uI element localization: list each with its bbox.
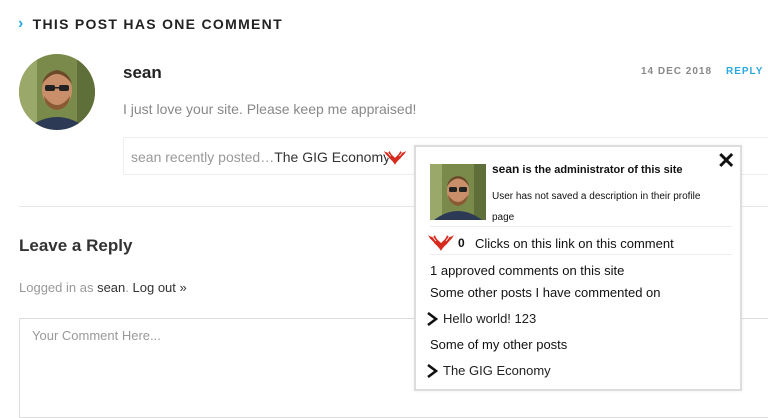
my-post-link[interactable]: The GIG Economy bbox=[426, 363, 551, 378]
logged-in-prefix: Logged in as bbox=[19, 280, 98, 295]
popup-divider bbox=[430, 226, 732, 227]
comment-date: 14 DEC 2018 bbox=[641, 66, 713, 77]
popup-role: is the administrator of this site bbox=[519, 164, 683, 176]
logged-in-line: Logged in as sean. Log out » bbox=[19, 280, 187, 295]
other-commented-heading: Some other posts I have commented on bbox=[430, 285, 661, 300]
commentluv-post-link[interactable]: The GIG Economy bbox=[274, 149, 390, 165]
commentluv-heart-icon[interactable] bbox=[382, 147, 408, 167]
approved-comments: 1 approved comments on this site bbox=[430, 263, 625, 278]
comment-body: I just love your site. Please keep me ap… bbox=[123, 101, 417, 117]
chevron-right-icon bbox=[427, 311, 438, 326]
reply-title: Leave a Reply bbox=[19, 236, 133, 255]
popup-avatar bbox=[430, 164, 486, 220]
comment-author[interactable]: sean bbox=[123, 63, 162, 83]
commentluv-popup: ✕ sean is the administrator of this site… bbox=[414, 145, 742, 391]
popup-user-name: sean bbox=[492, 162, 520, 176]
close-icon[interactable]: ✕ bbox=[717, 150, 735, 172]
commentluv-heart-icon bbox=[428, 235, 454, 251]
my-posts-heading: Some of my other posts bbox=[430, 337, 568, 352]
logged-in-user-link[interactable]: sean bbox=[97, 280, 125, 295]
popup-divider bbox=[430, 254, 732, 255]
clicks-count: 0 bbox=[458, 236, 465, 250]
popup-title: sean is the administrator of this site bbox=[492, 162, 683, 176]
logged-in-separator: . bbox=[125, 280, 133, 295]
other-commented-link-label: Hello world! 123 bbox=[443, 311, 537, 326]
chevron-right-icon: › bbox=[18, 15, 25, 32]
reply-link[interactable]: REPLY bbox=[726, 66, 763, 77]
commentluv-prefix: sean recently posted… bbox=[131, 149, 275, 165]
chevron-right-icon bbox=[427, 363, 438, 378]
clicks-label: Clicks on this link on this comment bbox=[475, 236, 674, 251]
other-commented-link[interactable]: Hello world! 123 bbox=[426, 311, 536, 326]
popup-description: User has not saved a description in thei… bbox=[492, 191, 701, 223]
my-post-link-label: The GIG Economy bbox=[443, 363, 551, 378]
comments-title: THIS POST HAS ONE COMMENT bbox=[32, 16, 283, 32]
avatar-photo bbox=[19, 54, 95, 130]
commentluv-text: sean recently posted…The GIG Economy bbox=[131, 149, 390, 165]
comment-avatar[interactable] bbox=[19, 54, 95, 130]
comments-header: › THIS POST HAS ONE COMMENT bbox=[18, 15, 283, 33]
popup-avatar-photo bbox=[430, 164, 486, 220]
logout-link[interactable]: Log out » bbox=[133, 280, 187, 295]
